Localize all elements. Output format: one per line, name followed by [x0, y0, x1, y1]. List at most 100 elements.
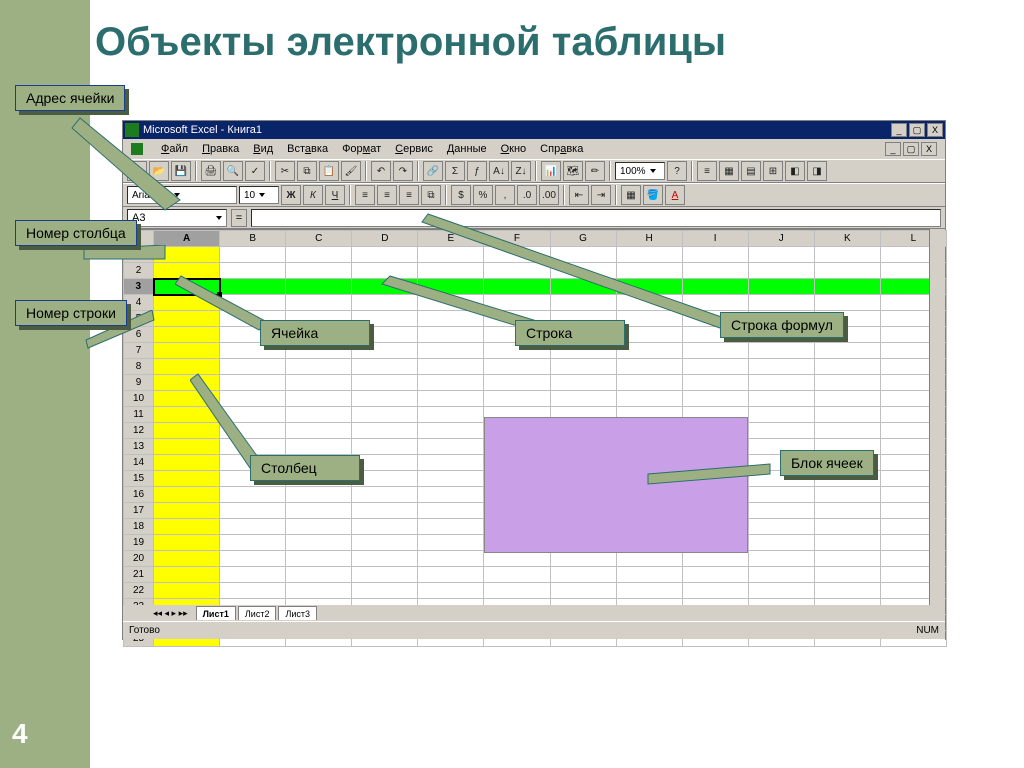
comma-icon[interactable]: ,: [495, 185, 515, 205]
close-button[interactable]: X: [927, 123, 943, 137]
row-header-15[interactable]: 15: [124, 471, 154, 487]
cell-D14[interactable]: [352, 455, 418, 471]
cell-B1[interactable]: [220, 247, 286, 263]
cell-F22[interactable]: [484, 583, 550, 599]
cell-B13[interactable]: [220, 439, 286, 455]
cell-H2[interactable]: [616, 263, 682, 279]
cell-A20[interactable]: [154, 551, 220, 567]
percent-icon[interactable]: %: [473, 185, 493, 205]
row-header-13[interactable]: 13: [124, 439, 154, 455]
row-header-19[interactable]: 19: [124, 535, 154, 551]
cell-H10[interactable]: [616, 391, 682, 407]
row-header-12[interactable]: 12: [124, 423, 154, 439]
row-header-3[interactable]: 3: [124, 279, 154, 295]
cell-E17[interactable]: [418, 503, 484, 519]
cell-F8[interactable]: [484, 359, 550, 375]
cell-C17[interactable]: [286, 503, 352, 519]
cell-B19[interactable]: [220, 535, 286, 551]
cell-F3[interactable]: [484, 279, 550, 295]
cell-C8[interactable]: [286, 359, 352, 375]
cell-I3[interactable]: [682, 279, 748, 295]
cell-I22[interactable]: [682, 583, 748, 599]
cell-A7[interactable]: [154, 343, 220, 359]
cell-A2[interactable]: [154, 263, 220, 279]
extra-icon-5[interactable]: ◧: [785, 161, 805, 181]
maximize-button[interactable]: ▢: [909, 123, 925, 137]
cut-icon[interactable]: ✂: [275, 161, 295, 181]
cell-J22[interactable]: [748, 583, 814, 599]
cell-K2[interactable]: [814, 263, 880, 279]
align-center-icon[interactable]: ≡: [377, 185, 397, 205]
cell-C11[interactable]: [286, 407, 352, 423]
sheet-tab-2[interactable]: Лист2: [238, 606, 277, 620]
redo-icon[interactable]: ↷: [393, 161, 413, 181]
cell-C21[interactable]: [286, 567, 352, 583]
open-icon[interactable]: 📂: [149, 161, 169, 181]
align-right-icon[interactable]: ≡: [399, 185, 419, 205]
cell-K16[interactable]: [814, 487, 880, 503]
row-header-2[interactable]: 2: [124, 263, 154, 279]
cell-J18[interactable]: [748, 519, 814, 535]
menu-tools[interactable]: Сервис: [395, 143, 433, 155]
cell-D20[interactable]: [352, 551, 418, 567]
cell-D13[interactable]: [352, 439, 418, 455]
col-header-I[interactable]: I: [682, 231, 748, 247]
cell-J11[interactable]: [748, 407, 814, 423]
undo-icon[interactable]: ↶: [371, 161, 391, 181]
cell-B12[interactable]: [220, 423, 286, 439]
cell-E9[interactable]: [418, 375, 484, 391]
cell-J4[interactable]: [748, 295, 814, 311]
currency-icon[interactable]: $: [451, 185, 471, 205]
cell-G22[interactable]: [550, 583, 616, 599]
cell-D19[interactable]: [352, 535, 418, 551]
cell-C10[interactable]: [286, 391, 352, 407]
cell-C4[interactable]: [286, 295, 352, 311]
cell-A21[interactable]: [154, 567, 220, 583]
col-header-B[interactable]: B: [220, 231, 286, 247]
cell-E18[interactable]: [418, 519, 484, 535]
cell-D15[interactable]: [352, 471, 418, 487]
cell-C1[interactable]: [286, 247, 352, 263]
cell-H3[interactable]: [616, 279, 682, 295]
cell-F21[interactable]: [484, 567, 550, 583]
cell-E19[interactable]: [418, 535, 484, 551]
cell-A16[interactable]: [154, 487, 220, 503]
cell-E3[interactable]: [418, 279, 484, 295]
row-header-11[interactable]: 11: [124, 407, 154, 423]
cell-A12[interactable]: [154, 423, 220, 439]
cell-J20[interactable]: [748, 551, 814, 567]
cell-I8[interactable]: [682, 359, 748, 375]
cell-E11[interactable]: [418, 407, 484, 423]
sheet-tab-active[interactable]: Лист1: [196, 606, 236, 620]
row-header-8[interactable]: 8: [124, 359, 154, 375]
cell-A4[interactable]: [154, 295, 220, 311]
cell-B18[interactable]: [220, 519, 286, 535]
cell-A5[interactable]: [154, 311, 220, 327]
cell-H1[interactable]: [616, 247, 682, 263]
cell-C13[interactable]: [286, 439, 352, 455]
menu-data[interactable]: Данные: [447, 143, 487, 155]
cell-I21[interactable]: [682, 567, 748, 583]
cell-E14[interactable]: [418, 455, 484, 471]
cell-C19[interactable]: [286, 535, 352, 551]
merge-icon[interactable]: ⧉: [421, 185, 441, 205]
cell-A1[interactable]: [154, 247, 220, 263]
cell-D10[interactable]: [352, 391, 418, 407]
cell-E13[interactable]: [418, 439, 484, 455]
cell-D8[interactable]: [352, 359, 418, 375]
cell-D21[interactable]: [352, 567, 418, 583]
vertical-scrollbar[interactable]: [929, 229, 945, 605]
cell-B2[interactable]: [220, 263, 286, 279]
cell-D11[interactable]: [352, 407, 418, 423]
cell-E8[interactable]: [418, 359, 484, 375]
col-header-D[interactable]: D: [352, 231, 418, 247]
copy-icon[interactable]: ⧉: [297, 161, 317, 181]
cell-A10[interactable]: [154, 391, 220, 407]
cell-I1[interactable]: [682, 247, 748, 263]
sheet-tab-3[interactable]: Лист3: [278, 606, 317, 620]
formula-bar[interactable]: [251, 209, 941, 227]
map-icon[interactable]: 🗺: [563, 161, 583, 181]
cell-K7[interactable]: [814, 343, 880, 359]
row-header-17[interactable]: 17: [124, 503, 154, 519]
cell-J2[interactable]: [748, 263, 814, 279]
